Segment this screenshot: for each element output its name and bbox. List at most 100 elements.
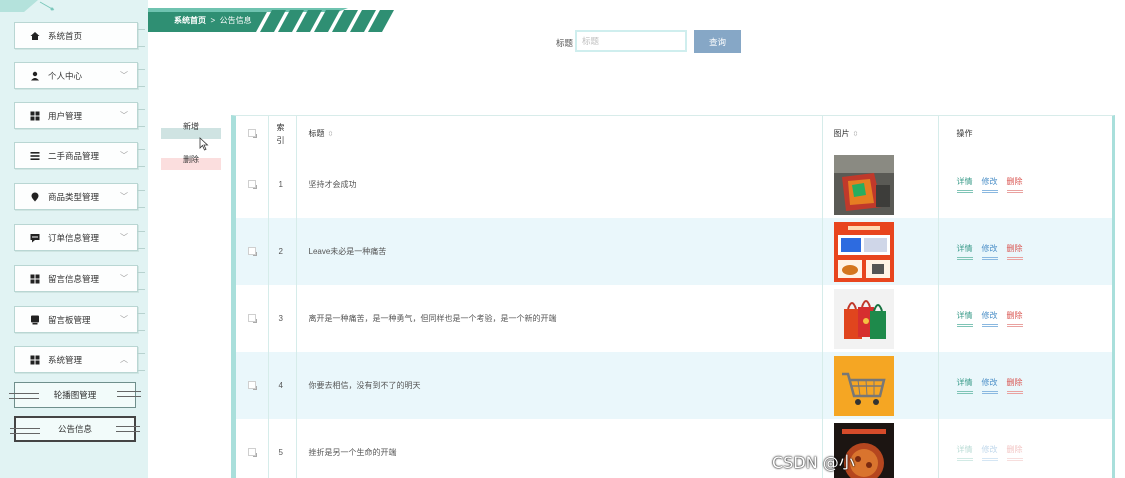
detail-link[interactable]: 详情 <box>956 244 973 260</box>
row-checkbox-cell <box>236 218 268 285</box>
row-actions: 详情 修改 删除 <box>938 352 1112 419</box>
chevron-down-icon: ﹀ <box>120 111 128 120</box>
grid-icon <box>30 111 40 121</box>
shopping-bag-photo[interactable] <box>833 154 938 215</box>
list-icon <box>30 151 40 161</box>
edit-link[interactable]: 修改 <box>981 378 998 394</box>
edit-link[interactable]: 修改 <box>981 244 998 260</box>
row-title: 坚持才会成功 <box>308 180 357 189</box>
sidebar-subitem[interactable]: 公告信息 <box>10 416 140 442</box>
add-button-label: 新增 <box>183 122 199 131</box>
sidebar-item-label: 系统首页 <box>48 30 83 41</box>
chevron-down-icon: ﹀ <box>120 71 128 80</box>
sidebar-item-label: 系统管理 <box>48 354 83 365</box>
row-image-cell <box>821 151 939 218</box>
select-all-checkbox[interactable] <box>247 128 257 138</box>
row-index: 1 <box>267 151 297 218</box>
row-checkbox-cell <box>236 151 268 218</box>
sidebar-item-label: 二手商品管理 <box>48 150 100 161</box>
delete-link[interactable]: 删除 <box>1006 177 1023 193</box>
add-button[interactable]: 新增 <box>161 123 221 139</box>
delete-button-label: 删除 <box>183 155 199 164</box>
row-checkbox[interactable] <box>247 447 257 457</box>
row-actions: 详情 修改 删除 <box>938 218 1112 285</box>
search-input[interactable] <box>575 30 687 52</box>
search-button[interactable]: 查询 <box>694 30 741 53</box>
row-actions: 详情 修改 删除 <box>938 419 1112 478</box>
select-all-checkbox-cell <box>236 116 268 151</box>
chevron-down-icon: ﹀ <box>120 233 128 242</box>
decoration-line <box>9 393 39 399</box>
table-row: 4 你要去相信，没有到不了的明天 详情 修改 删除 <box>236 352 1112 419</box>
delete-button[interactable]: 删除 <box>161 155 221 170</box>
table-header-row: 索引 标题 ⇳ 图片 ⇳ 操作 <box>236 116 1112 151</box>
header-operation: 操作 <box>938 116 1112 151</box>
app-promo-banner[interactable] <box>833 221 938 282</box>
chevron-down-icon: ﹀ <box>120 315 128 324</box>
breadcrumb-separator: > <box>210 16 216 25</box>
breadcrumb-home[interactable]: 系统首页 <box>174 16 206 25</box>
edit-link[interactable]: 修改 <box>981 177 998 193</box>
row-index: 4 <box>267 352 297 419</box>
header-image[interactable]: 图片 ⇳ <box>821 116 939 151</box>
row-checkbox-cell <box>236 419 268 478</box>
data-table: 索引 标题 ⇳ 图片 ⇳ 操作 1 坚持才会成功 详情 修改 删除 2 Leave未必是一种痛苦… <box>231 115 1115 478</box>
sidebar-item[interactable]: 用户管理 ﹀ <box>14 102 145 129</box>
delete-link[interactable]: 删除 <box>1006 378 1023 394</box>
table-row: 5 挫折是另一个生命的开端 详情 修改 删除 <box>236 419 1112 478</box>
home-icon <box>30 31 40 41</box>
mouse-cursor-icon <box>199 137 209 151</box>
detail-link[interactable]: 详情 <box>956 311 973 327</box>
decoration-line <box>10 428 40 434</box>
user-icon <box>30 71 40 81</box>
row-checkbox[interactable] <box>247 179 257 189</box>
edit-link[interactable]: 修改 <box>981 311 998 327</box>
sidebar-item[interactable]: 留言板管理 ﹀ <box>14 306 145 333</box>
sidebar-item[interactable]: 个人中心 ﹀ <box>14 62 145 89</box>
sidebar-item[interactable]: 商品类型管理 ﹀ <box>14 183 145 210</box>
row-checkbox-cell <box>236 285 268 352</box>
sidebar-item[interactable]: 留言信息管理 ﹀ <box>14 265 145 292</box>
header-index-label: 索引 <box>276 122 285 145</box>
header-image-label: 图片 <box>833 129 850 138</box>
sidebar-decoration <box>0 0 55 12</box>
table-row: 1 坚持才会成功 详情 修改 删除 <box>236 151 1112 218</box>
chevron-down-icon: ﹀ <box>120 274 128 283</box>
row-checkbox[interactable] <box>247 380 257 390</box>
shopping-cart-photo[interactable] <box>833 355 938 416</box>
sort-icon[interactable]: ⇳ <box>853 131 859 138</box>
table-row: 2 Leave未必是一种痛苦 详情 修改 删除 <box>236 218 1112 285</box>
row-checkbox[interactable] <box>247 246 257 256</box>
row-checkbox[interactable] <box>247 313 257 323</box>
location-pin-icon <box>30 192 40 202</box>
detail-link[interactable]: 详情 <box>956 378 973 394</box>
row-checkbox-cell <box>236 352 268 419</box>
row-title: 你要去相信，没有到不了的明天 <box>308 381 421 390</box>
decoration-line <box>116 426 140 432</box>
delete-link[interactable]: 删除 <box>1006 244 1023 260</box>
tote-bags-photo[interactable] <box>833 288 938 349</box>
detail-link[interactable]: 详情 <box>956 445 973 461</box>
edit-link[interactable]: 修改 <box>981 445 998 461</box>
header-title[interactable]: 标题 ⇳ <box>296 116 822 151</box>
row-index: 5 <box>267 419 297 478</box>
delete-link[interactable]: 删除 <box>1006 311 1023 327</box>
sidebar-item[interactable]: 系统首页 <box>14 22 145 49</box>
sidebar-subitem-label: 轮播图管理 <box>53 390 97 400</box>
sort-icon[interactable]: ⇳ <box>328 131 334 138</box>
detail-link[interactable]: 详情 <box>956 177 973 193</box>
header-operation-label: 操作 <box>956 129 973 138</box>
table-row: 3 离开是一种痛苦，是一种勇气，但同样也是一个考验，是一个新的开端 详情 修改 删除 <box>236 285 1112 352</box>
sidebar-item[interactable]: 订单信息管理 ﹀ <box>14 224 145 251</box>
sidebar-item-label: 个人中心 <box>48 70 83 81</box>
decoration-line <box>117 391 141 397</box>
sidebar-item-label: 留言板管理 <box>48 314 91 325</box>
sidebar-item[interactable]: 系统管理 ︿ <box>14 346 145 373</box>
sidebar-item-label: 留言信息管理 <box>48 273 100 284</box>
sidebar-item-label: 用户管理 <box>48 110 83 121</box>
sidebar-subitem-label: 公告信息 <box>57 424 92 434</box>
sidebar-item[interactable]: 二手商品管理 ﹀ <box>14 142 145 169</box>
delete-link[interactable]: 删除 <box>1006 445 1023 461</box>
sidebar-subitem[interactable]: 轮播图管理 <box>9 382 141 408</box>
grid-icon <box>30 274 40 284</box>
